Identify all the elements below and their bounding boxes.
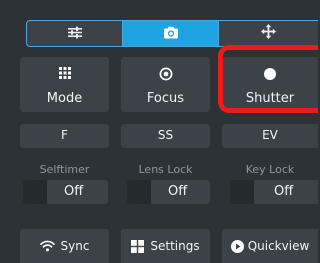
lens-lock-caption: Lens Lock — [138, 163, 193, 176]
settings-label: Settings — [150, 239, 200, 253]
sliders-icon — [67, 24, 83, 43]
key-lock-state: Off — [274, 184, 294, 199]
lens-lock-toggle-knob — [127, 180, 151, 204]
selftimer-toggle-knob — [23, 180, 47, 204]
key-lock-toggle[interactable]: Off — [230, 180, 318, 204]
selftimer-toggle[interactable]: Off — [23, 180, 108, 204]
mode-button[interactable]: Mode — [20, 57, 109, 112]
settings-button[interactable]: Settings — [121, 229, 210, 263]
sync-label: Sync — [60, 239, 90, 253]
key-lock-caption: Key Lock — [245, 163, 295, 176]
mode-label: Mode — [46, 91, 83, 106]
quickview-label: Quickview — [247, 239, 310, 253]
aperture-label: F — [61, 128, 68, 142]
exposure-button[interactable]: EV — [222, 124, 318, 148]
tab-bar — [26, 20, 318, 47]
aperture-button[interactable]: F — [20, 124, 109, 148]
selftimer-state: Off — [64, 184, 84, 199]
grid-2x2-icon — [131, 239, 145, 253]
play-circle-icon — [230, 239, 244, 253]
focus-label: Focus — [146, 91, 185, 106]
lens-lock-state: Off — [168, 184, 188, 199]
target-icon — [121, 67, 210, 81]
sync-button[interactable]: Sync — [20, 229, 109, 263]
camera-icon — [163, 24, 179, 43]
selftimer-caption: Selftimer — [39, 163, 90, 176]
wifi-icon — [39, 240, 55, 252]
tab-move[interactable] — [219, 20, 318, 47]
shutter-speed-button[interactable]: SS — [121, 124, 210, 148]
shutter-speed-label: SS — [157, 128, 174, 142]
move-arrows-icon — [261, 24, 276, 43]
key-lock-toggle-knob — [230, 180, 254, 204]
lens-lock-toggle[interactable]: Off — [127, 180, 210, 204]
shutter-highlight-box — [218, 45, 318, 113]
exposure-label: EV — [262, 128, 278, 142]
focus-button[interactable]: Focus — [121, 57, 210, 112]
tab-adjustments[interactable] — [26, 20, 123, 47]
tab-camera[interactable] — [123, 20, 219, 47]
quickview-button[interactable]: Quickview — [222, 229, 318, 263]
camera-remote-panel: Mode Focus Shutter F SS EV Selftimer Len… — [0, 0, 318, 263]
grid-icon — [20, 67, 109, 79]
